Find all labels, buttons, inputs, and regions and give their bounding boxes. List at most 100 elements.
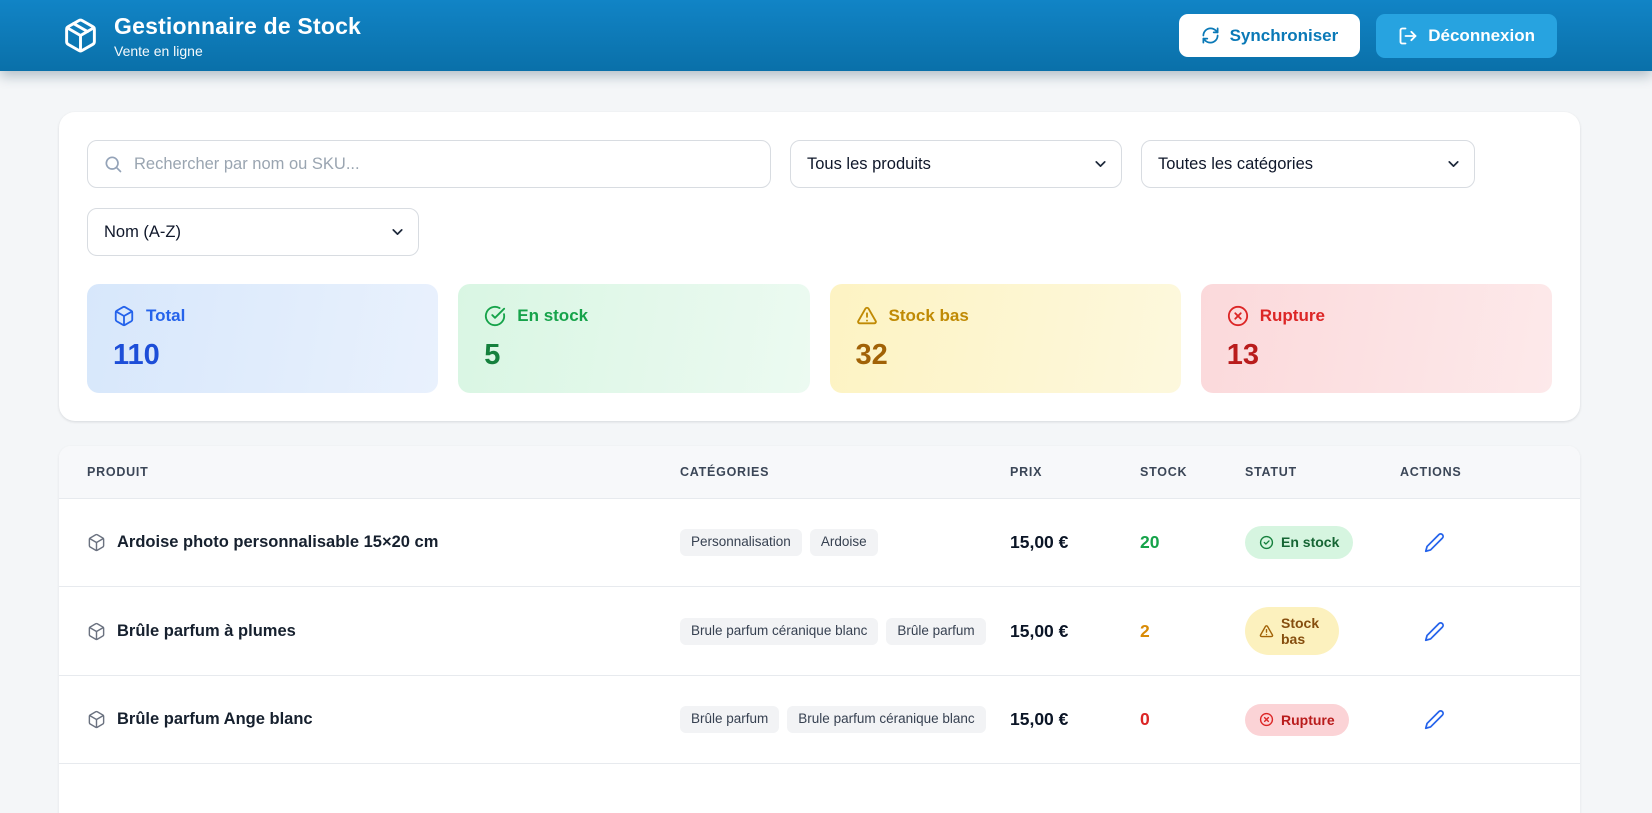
column-header-categories: Catégories [680,465,770,479]
stock-cell: 20 [1140,532,1160,552]
stat-label: Rupture [1259,306,1325,325]
category-pill: Ardoise [809,529,878,556]
pencil-icon [1424,710,1444,730]
stat-value: 32 [855,339,888,371]
category-list: Personnalisation Ardoise [680,529,1010,556]
stat-head: Rupture [1227,305,1526,327]
search-wrap [87,140,771,188]
edit-button[interactable] [1418,703,1451,736]
status-badge: En stock [1245,526,1354,559]
filter-row: Tous les produits Toutes les catégories [87,140,1552,188]
stat-card[interactable]: En stock 5 [458,284,810,393]
package-icon [88,622,105,640]
category-pill: Brûle parfum [680,706,780,734]
status-badge: Rupture [1245,703,1349,736]
status-badge: Stock bas [1245,607,1339,656]
logout-icon [1398,26,1418,46]
table-row [59,763,1580,813]
x-circle-icon [1259,713,1274,727]
sort-select[interactable]: Nom (A-Z) [87,208,419,256]
app-header: Gestionnaire de Stock Vente en ligne Syn… [0,0,1652,71]
stat-card[interactable]: Rupture 13 [1200,284,1552,393]
table-row: Brûle parfum Ange blanc Brûle parfum Brul… [59,675,1580,763]
edit-button[interactable] [1418,526,1451,559]
product-name: Brûle parfum Ange blanc [117,710,313,729]
stock-cell: 2 [1140,620,1150,641]
package-icon [113,305,135,327]
table-row: Ardoise photo personnalisable 15×20 cm P… [59,498,1580,586]
category-list: Brule parfum céranique blanc Brûle parfum [680,617,1010,645]
category-filter-wrap: Toutes les catégories [1141,140,1475,188]
stat-value: 110 [113,339,160,371]
column-header-product: Produit [87,465,149,479]
status-cell: Stock bas [1245,607,1400,656]
product-name: Brûle parfum à plumes [117,621,296,640]
category-list: Brûle parfum Brule parfum céranique blanc [680,706,1010,734]
products-table: Produit Catégories Prix Stock Statut Act… [59,446,1580,813]
stat-head: Stock bas [856,305,1155,327]
stat-label: Total [146,306,186,325]
check-circle-icon [1259,535,1274,550]
stat-value: 13 [1226,339,1260,371]
stat-head: En stock [484,305,783,327]
column-header-status: Statut [1245,465,1297,479]
alert-triangle-icon [1259,624,1274,637]
stats-grid: Total 110 En stock 5 Stock bas 32 Ruptur… [87,284,1552,393]
product-filter-select[interactable]: Tous les produits [790,140,1122,188]
brand-text: Gestionnaire de Stock Vente en ligne [114,13,361,59]
column-header-actions: Actions [1400,465,1462,479]
check-circle-icon [484,305,506,327]
column-header-price: Prix [1010,465,1043,479]
table-row: Brûle parfum à plumes Brule parfum céran… [59,586,1580,675]
stat-head: Total [113,305,412,327]
synchronize-button[interactable]: Synchroniser [1178,14,1361,57]
synchronize-label: Synchroniser [1229,26,1339,45]
package-icon [88,533,105,552]
package-icon [62,17,99,54]
price-cell: 15,00 € [1010,709,1069,730]
column-header-stock: Stock [1140,465,1188,479]
app-subtitle: Vente en ligne [114,42,203,59]
refresh-icon [1201,26,1220,45]
category-pill: Brule parfum céranique blanc [787,706,986,734]
actions-cell [1400,615,1580,648]
price-cell: 15,00 € [1010,532,1069,552]
category-pill: Personnalisation [680,529,802,556]
category-pill: Brûle parfum [886,617,986,645]
status-label: En stock [1281,534,1340,551]
category-filter-select[interactable]: Toutes les catégories [1141,140,1475,188]
product-cell: Brûle parfum Ange blanc [59,710,680,729]
edit-button[interactable] [1418,615,1451,648]
logout-button[interactable]: Déconnexion [1376,13,1557,58]
x-circle-icon [1227,305,1249,327]
sort-row: Nom (A-Z) [87,208,1552,256]
search-input[interactable] [87,140,771,188]
stat-card[interactable]: Stock bas 32 [829,284,1181,393]
product-name: Ardoise photo personnalisable 15×20 cm [117,533,439,551]
status-label: Rupture [1281,711,1335,728]
status-cell: En stock [1245,526,1400,559]
brand: Gestionnaire de Stock Vente en ligne [62,13,361,59]
table-body: Ardoise photo personnalisable 15×20 cm P… [59,498,1580,763]
logout-label: Déconnexion [1428,26,1535,45]
actions-cell [1400,703,1580,736]
pencil-icon [1424,621,1444,641]
main-content: Tous les produits Toutes les catégories … [59,112,1580,813]
pencil-icon [1424,533,1444,553]
app-title: Gestionnaire de Stock [114,12,362,39]
header-actions: Synchroniser Déconnexion [1178,13,1557,58]
stat-card[interactable]: Total 110 [87,284,439,393]
stat-label: Stock bas [888,306,969,325]
product-cell: Ardoise photo personnalisable 15×20 cm [59,533,680,552]
status-label: Stock bas [1281,615,1320,648]
package-icon [88,711,105,729]
stat-label: En stock [517,306,589,325]
product-cell: Brûle parfum à plumes [59,622,680,641]
category-pill: Brule parfum céranique blanc [680,617,879,645]
stat-value: 5 [484,339,501,371]
product-filter-wrap: Tous les produits [790,140,1122,188]
table-header-row: Produit Catégories Prix Stock Statut Act… [59,446,1580,498]
price-cell: 15,00 € [1010,620,1069,641]
alert-triangle-icon [856,305,878,327]
stock-cell: 0 [1140,709,1150,730]
